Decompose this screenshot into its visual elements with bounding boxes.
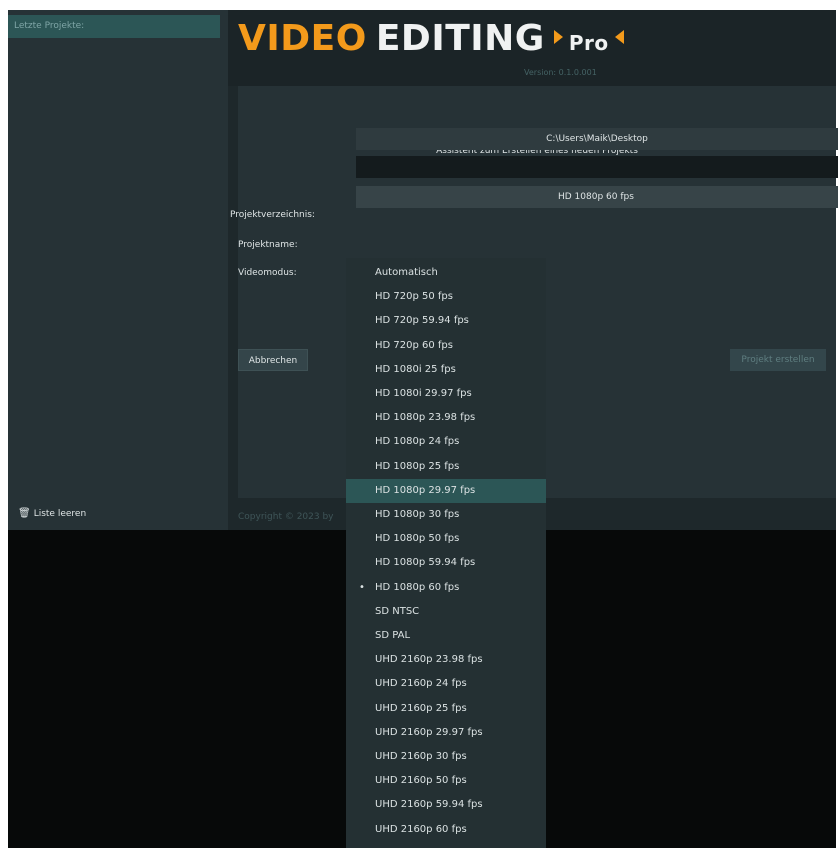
dropdown-option[interactable]: HD 1080p 24 fps (346, 430, 546, 454)
clear-list-label: Liste leeren (33, 508, 87, 519)
dropdown-option[interactable]: UHD 2160p 59.94 fps (346, 793, 546, 817)
video-mode-label: Videomodus: (238, 268, 297, 278)
logo-pro: Pro (568, 31, 609, 55)
dropdown-option[interactable]: HD 1080p 30 fps (346, 503, 546, 527)
logo-arrow-right-icon (553, 30, 563, 44)
dropdown-option[interactable]: UHD 2160p 29.97 fps (346, 721, 546, 745)
project-dir-label: Projektverzeichnis: (230, 210, 315, 220)
clear-list-button[interactable]: 🗑 Liste leeren (18, 508, 86, 519)
copyright-text: Copyright © 2023 by (238, 512, 334, 522)
dropdown-option[interactable]: HD 720p 59.94 fps (346, 309, 546, 333)
header: VIDEO EDITING Pro Version: 0.1.0.001 (228, 10, 836, 86)
dropdown-option[interactable]: HD 720p 50 fps (346, 285, 546, 309)
recent-projects-header: Letzte Projekte: (8, 15, 220, 38)
dropdown-option[interactable]: HD 1080p 50 fps (346, 527, 546, 551)
cancel-button[interactable]: Abbrechen (238, 349, 308, 371)
dropdown-option[interactable]: UHD 2160p 30 fps (346, 745, 546, 769)
dropdown-option[interactable]: HD 1080p 59.94 fps (346, 551, 546, 575)
dropdown-option[interactable]: HD 1080p 29.97 fps (346, 478, 546, 503)
project-dir-field[interactable]: C:\Users\Maik\Desktop (356, 128, 838, 150)
logo-video: VIDEO (238, 18, 367, 59)
logo-arrow-left-icon (614, 30, 624, 44)
logo-editing: EDITING (375, 18, 545, 59)
dropdown-option[interactable]: UHD 2160p 60 fps (346, 818, 546, 842)
dropdown-option[interactable]: HD 720p 60 fps (346, 334, 546, 358)
dropdown-option[interactable]: HD 1080i 29.97 fps (346, 382, 546, 406)
dropdown-option[interactable]: SD PAL (346, 624, 546, 648)
create-project-button[interactable]: Projekt erstellen (730, 349, 826, 371)
version-label: Version: 0.1.0.001 (524, 68, 597, 77)
dropdown-option[interactable]: UHD 2160p 25 fps (346, 697, 546, 721)
logo: VIDEO EDITING Pro (238, 18, 624, 59)
project-name-label: Projektname: (238, 240, 298, 250)
dropdown-option[interactable]: UHD 2160p 23.98 fps (346, 648, 546, 672)
dropdown-option[interactable]: HD 1080i 25 fps (346, 358, 546, 382)
sidebar: Letzte Projekte: 🗑 Liste leeren (8, 10, 228, 530)
dropdown-option[interactable]: HD 1080p 25 fps (346, 455, 546, 479)
dropdown-option[interactable]: HD 1080p 60 fps (346, 576, 546, 600)
dropdown-option[interactable]: UHD 2160p 50 fps (346, 769, 546, 793)
project-name-field[interactable] (356, 156, 838, 178)
dropdown-option[interactable]: HD 1080p 23.98 fps (346, 406, 546, 430)
video-mode-select[interactable]: HD 1080p 60 fps (356, 186, 838, 208)
trash-icon: 🗑 (18, 508, 31, 519)
video-mode-dropdown: Automatisch HD 720p 50 fps HD 720p 59.94 f… (346, 258, 546, 848)
dropdown-option[interactable]: UHD 2160p 24 fps (346, 672, 546, 696)
dropdown-option[interactable]: Automatisch (346, 261, 546, 285)
dropdown-option[interactable]: SD NTSC (346, 600, 546, 624)
